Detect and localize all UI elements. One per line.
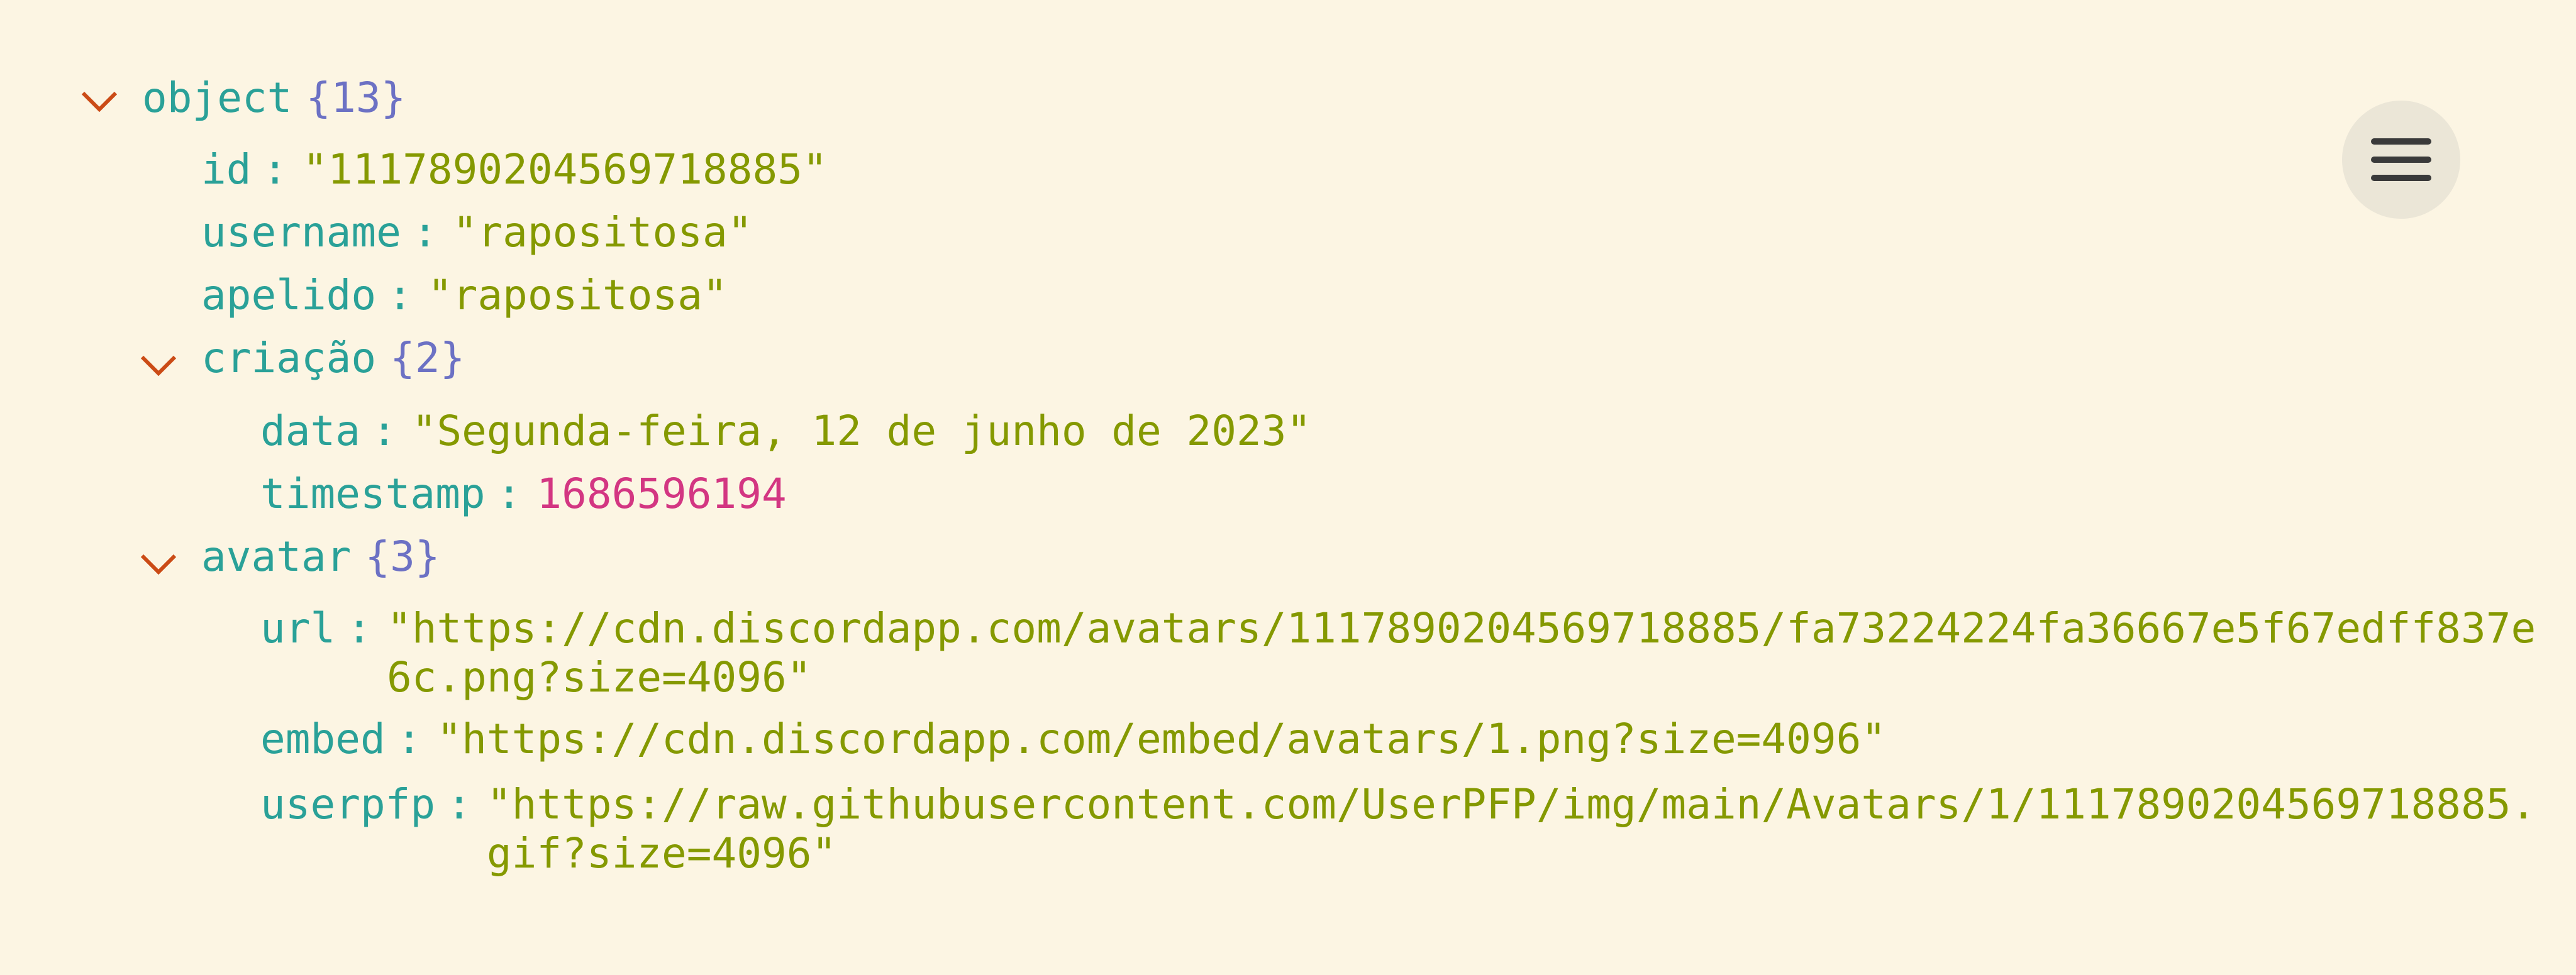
field-key-apelido[interactable]: apelido [201, 270, 376, 320]
field-key-timestamp[interactable]: timestamp [260, 469, 486, 519]
field-value-timestamp[interactable]: 1686596194 [536, 469, 786, 519]
separator: : [371, 407, 397, 455]
collapse-avatar-toggle[interactable] [140, 551, 177, 576]
collapse-criacao-toggle[interactable] [140, 352, 177, 377]
field-key-url[interactable]: url [260, 603, 335, 653]
separator: : [347, 604, 372, 653]
root-object-row: object {13} [142, 73, 406, 123]
field-key-data[interactable]: data [260, 406, 360, 456]
field-key-id[interactable]: id [201, 145, 251, 194]
field-row-userpfp: userpfp : "https://raw.githubusercontent… [260, 779, 2537, 878]
field-value-apelido[interactable]: "rapositosa" [428, 270, 728, 320]
separator: : [387, 271, 413, 319]
field-row-url: url : "https://cdn.discordapp.com/avatar… [260, 603, 2544, 702]
field-row-timestamp: timestamp : 1686596194 [260, 469, 787, 519]
chevron-down-icon [140, 554, 177, 575]
field-value-url[interactable]: "https://cdn.discordapp.com/avatars/1117… [387, 604, 2544, 702]
collapse-object-toggle[interactable] [80, 88, 118, 113]
menu-button[interactable] [2342, 101, 2460, 219]
field-value-data[interactable]: "Segunda-feira, 12 de junho de 2023" [412, 406, 1311, 456]
field-value-userpfp[interactable]: "https://raw.githubusercontent.com/UserP… [487, 780, 2537, 878]
field-key-embed[interactable]: embed [260, 714, 386, 764]
avatar-key[interactable]: avatar [201, 532, 351, 581]
field-key-username[interactable]: username [201, 207, 401, 257]
separator: : [262, 145, 288, 194]
field-row-embed: embed : "https://cdn.discordapp.com/embe… [260, 714, 1886, 764]
field-row-username: username : "rapositosa" [201, 207, 752, 257]
field-value-id[interactable]: "1117890204569718885" [303, 145, 827, 194]
field-value-embed[interactable]: "https://cdn.discordapp.com/embed/avatar… [436, 714, 1886, 764]
field-row-apelido: apelido : "rapositosa" [201, 270, 728, 320]
field-row-data: data : "Segunda-feira, 12 de junho de 20… [260, 406, 1311, 456]
criacao-key[interactable]: criação [201, 333, 376, 383]
field-row-id: id : "1117890204569718885" [201, 145, 828, 194]
separator: : [447, 780, 472, 829]
separator: : [496, 470, 522, 518]
separator: : [396, 715, 422, 763]
json-viewer: object {13} id : "1117890204569718885" u… [0, 0, 2576, 975]
field-key-userpfp[interactable]: userpfp [260, 779, 435, 829]
chevron-down-icon [81, 91, 118, 113]
field-value-username[interactable]: "rapositosa" [453, 207, 753, 257]
chevron-down-icon [140, 355, 177, 377]
avatar-count: {3} [365, 532, 440, 581]
criacao-count: {2} [390, 334, 465, 382]
root-key[interactable]: object [142, 73, 292, 123]
separator: : [412, 208, 438, 256]
avatar-object-row: avatar {3} [201, 532, 440, 581]
hamburger-menu-icon [2371, 138, 2431, 181]
criacao-object-row: criação {2} [201, 333, 465, 383]
root-count: {13} [306, 74, 406, 122]
